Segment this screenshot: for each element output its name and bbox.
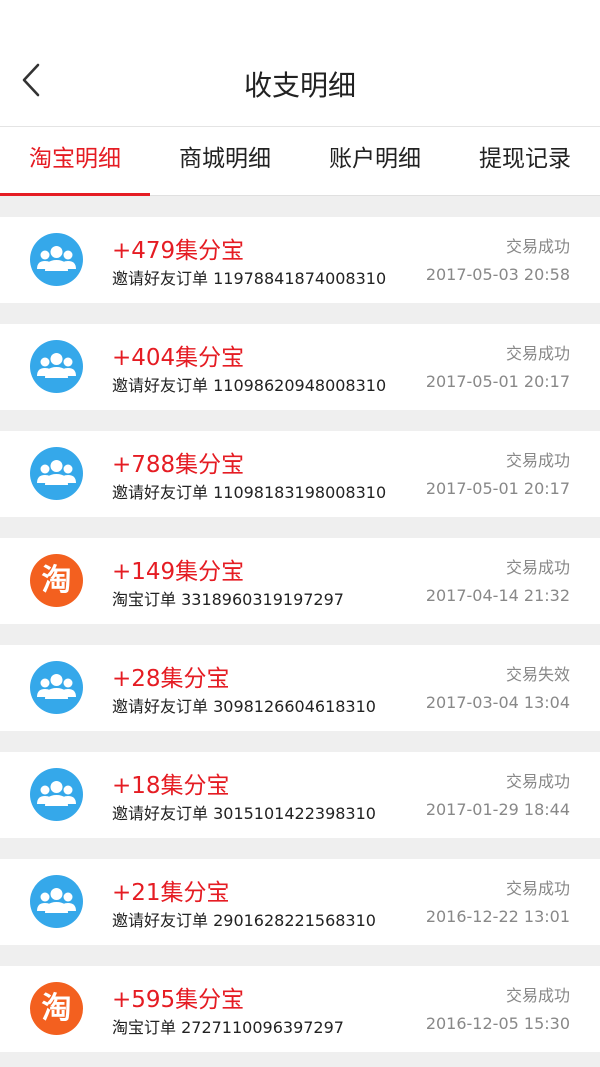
group-icon bbox=[30, 340, 83, 393]
record-time: 2017-05-01 20:17 bbox=[425, 372, 570, 391]
record-time: 2017-01-29 18:44 bbox=[425, 800, 570, 819]
group-icon bbox=[30, 661, 83, 714]
taobao-icon: 淘 bbox=[30, 982, 83, 1035]
record-time: 2017-05-01 20:17 bbox=[425, 479, 570, 498]
list-item[interactable]: +21集分宝邀请好友订单 2901628221568310 交易成功 2016-12… bbox=[0, 859, 600, 945]
record-amount: +28集分宝 bbox=[112, 666, 230, 692]
group-icon bbox=[30, 875, 83, 928]
record-status: 交易成功 bbox=[505, 451, 570, 470]
group-icon bbox=[30, 233, 83, 286]
list-item[interactable]: +788集分宝邀请好友订单 11098183198008310 交易成功 2017-… bbox=[0, 431, 600, 517]
group-icon bbox=[30, 447, 83, 500]
page-title: 收支明细 bbox=[243, 69, 356, 102]
tab-withdraw-record[interactable]: 提现记录 bbox=[450, 127, 600, 195]
record-list: +479集分宝邀请好友订单 11978841874008310 交易成功 2017-… bbox=[0, 196, 600, 1052]
record-time: 2017-03-04 13:04 bbox=[425, 693, 570, 712]
group-icon bbox=[30, 768, 83, 821]
record-status: 交易成功 bbox=[505, 344, 570, 363]
record-description: 邀请好友订单 11098183198008310 bbox=[112, 483, 387, 502]
record-time: 2017-04-14 21:32 bbox=[425, 586, 570, 605]
group-icon bbox=[37, 246, 76, 271]
record-description: 邀请好友订单 11978841874008310 bbox=[112, 269, 387, 288]
group-icon bbox=[37, 888, 76, 913]
record-time: 2016-12-05 15:30 bbox=[425, 1014, 570, 1033]
record-description: 邀请好友订单 3098126604618310 bbox=[112, 697, 376, 716]
list-item[interactable]: 淘 +595集分宝淘宝订单 2727110096397297 交易成功 2016-12… bbox=[0, 966, 600, 1052]
record-amount: +788集分宝 bbox=[112, 452, 245, 478]
group-icon bbox=[37, 674, 76, 699]
list-item[interactable]: +18集分宝邀请好友订单 3015101422398310 交易成功 2017-01… bbox=[0, 752, 600, 838]
record-description: 邀请好友订单 11098620948008310 bbox=[112, 376, 387, 395]
record-amount: +479集分宝 bbox=[112, 238, 245, 264]
list-item[interactable]: 淘 +149集分宝淘宝订单 3318960319197297 交易成功 2017-04… bbox=[0, 538, 600, 624]
record-amount: +21集分宝 bbox=[112, 880, 230, 906]
group-icon bbox=[37, 353, 76, 378]
tab-account-detail[interactable]: 账户明细 bbox=[300, 127, 450, 195]
record-status: 交易失效 bbox=[505, 665, 570, 684]
record-time: 2017-05-03 20:58 bbox=[425, 265, 570, 284]
record-description: 淘宝订单 2727110096397297 bbox=[112, 1018, 344, 1037]
list-item[interactable]: +28集分宝邀请好友订单 3098126604618310 交易失效 2017-03… bbox=[0, 645, 600, 731]
record-status: 交易成功 bbox=[505, 772, 570, 791]
list-item[interactable]: +479集分宝邀请好友订单 11978841874008310 交易成功 2017-… bbox=[0, 217, 600, 303]
list-item[interactable]: +404集分宝邀请好友订单 11098620948008310 交易成功 2017-… bbox=[0, 324, 600, 410]
taobao-glyph: 淘 bbox=[41, 991, 72, 1026]
taobao-icon: 淘 bbox=[30, 554, 83, 607]
app-header: 收支明细 bbox=[0, 0, 600, 127]
record-status: 交易成功 bbox=[505, 558, 570, 577]
record-amount: +404集分宝 bbox=[112, 345, 245, 371]
record-amount: +595集分宝 bbox=[112, 987, 245, 1013]
tab-mall-detail[interactable]: 商城明细 bbox=[150, 127, 300, 195]
record-status: 交易成功 bbox=[505, 879, 570, 898]
record-description: 邀请好友订单 2901628221568310 bbox=[112, 911, 376, 930]
tab-bar: 淘宝明细 商城明细 账户明细 提现记录 bbox=[0, 127, 600, 196]
record-description: 邀请好友订单 3015101422398310 bbox=[112, 804, 376, 823]
record-amount: +18集分宝 bbox=[112, 773, 230, 799]
group-icon bbox=[37, 460, 76, 485]
record-description: 淘宝订单 3318960319197297 bbox=[112, 590, 344, 609]
record-status: 交易成功 bbox=[505, 986, 570, 1005]
record-time: 2016-12-22 13:01 bbox=[425, 907, 570, 926]
tab-taobao-detail[interactable]: 淘宝明细 bbox=[0, 127, 150, 196]
record-status: 交易成功 bbox=[505, 237, 570, 256]
group-icon bbox=[37, 781, 76, 806]
record-amount: +149集分宝 bbox=[112, 559, 245, 585]
taobao-glyph: 淘 bbox=[41, 563, 72, 598]
